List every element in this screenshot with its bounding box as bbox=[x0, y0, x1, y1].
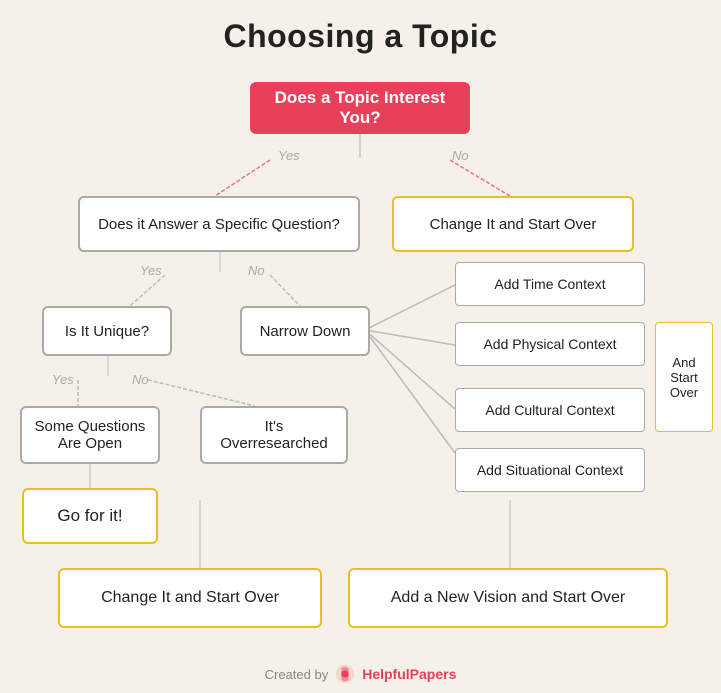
no-label-start: No bbox=[452, 148, 469, 163]
no-label-q2: No bbox=[132, 372, 149, 387]
yes-label-start: Yes bbox=[278, 148, 300, 163]
page-title: Choosing a Topic bbox=[0, 0, 721, 55]
add-physical-node: Add Physical Context bbox=[455, 322, 645, 366]
narrow-down-node: Narrow Down bbox=[240, 306, 370, 356]
yes-label-q1: Yes bbox=[140, 263, 162, 278]
no-label-q1: No bbox=[248, 263, 265, 278]
overresearched-node: It's Overresearched bbox=[200, 406, 348, 464]
question1-node: Does it Answer a Specific Question? bbox=[78, 196, 360, 252]
change-start-over-top-node: Change It and Start Over bbox=[392, 196, 634, 252]
page: Choosing a Topic Yes No bbox=[0, 0, 721, 693]
footer-brand: HelpfulPapers bbox=[362, 666, 456, 682]
add-cultural-node: Add Cultural Context bbox=[455, 388, 645, 432]
change-start-over-bottom-node: Change It and Start Over bbox=[58, 568, 322, 628]
start-node: Does a Topic Interest You? bbox=[250, 82, 470, 134]
add-new-vision-node: Add a New Vision and Start Over bbox=[348, 568, 668, 628]
and-start-over-node: And Start Over bbox=[655, 322, 713, 432]
helpfulpapers-icon bbox=[334, 663, 356, 685]
is-unique-node: Is It Unique? bbox=[42, 306, 172, 356]
add-time-node: Add Time Context bbox=[455, 262, 645, 306]
footer-created-by: Created by bbox=[265, 667, 329, 682]
some-questions-node: Some Questions Are Open bbox=[20, 406, 160, 464]
go-for-it-node: Go for it! bbox=[22, 488, 158, 544]
add-situational-node: Add Situational Context bbox=[455, 448, 645, 492]
yes-label-q2: Yes bbox=[52, 372, 74, 387]
footer: Created by HelpfulPapers bbox=[0, 663, 721, 685]
